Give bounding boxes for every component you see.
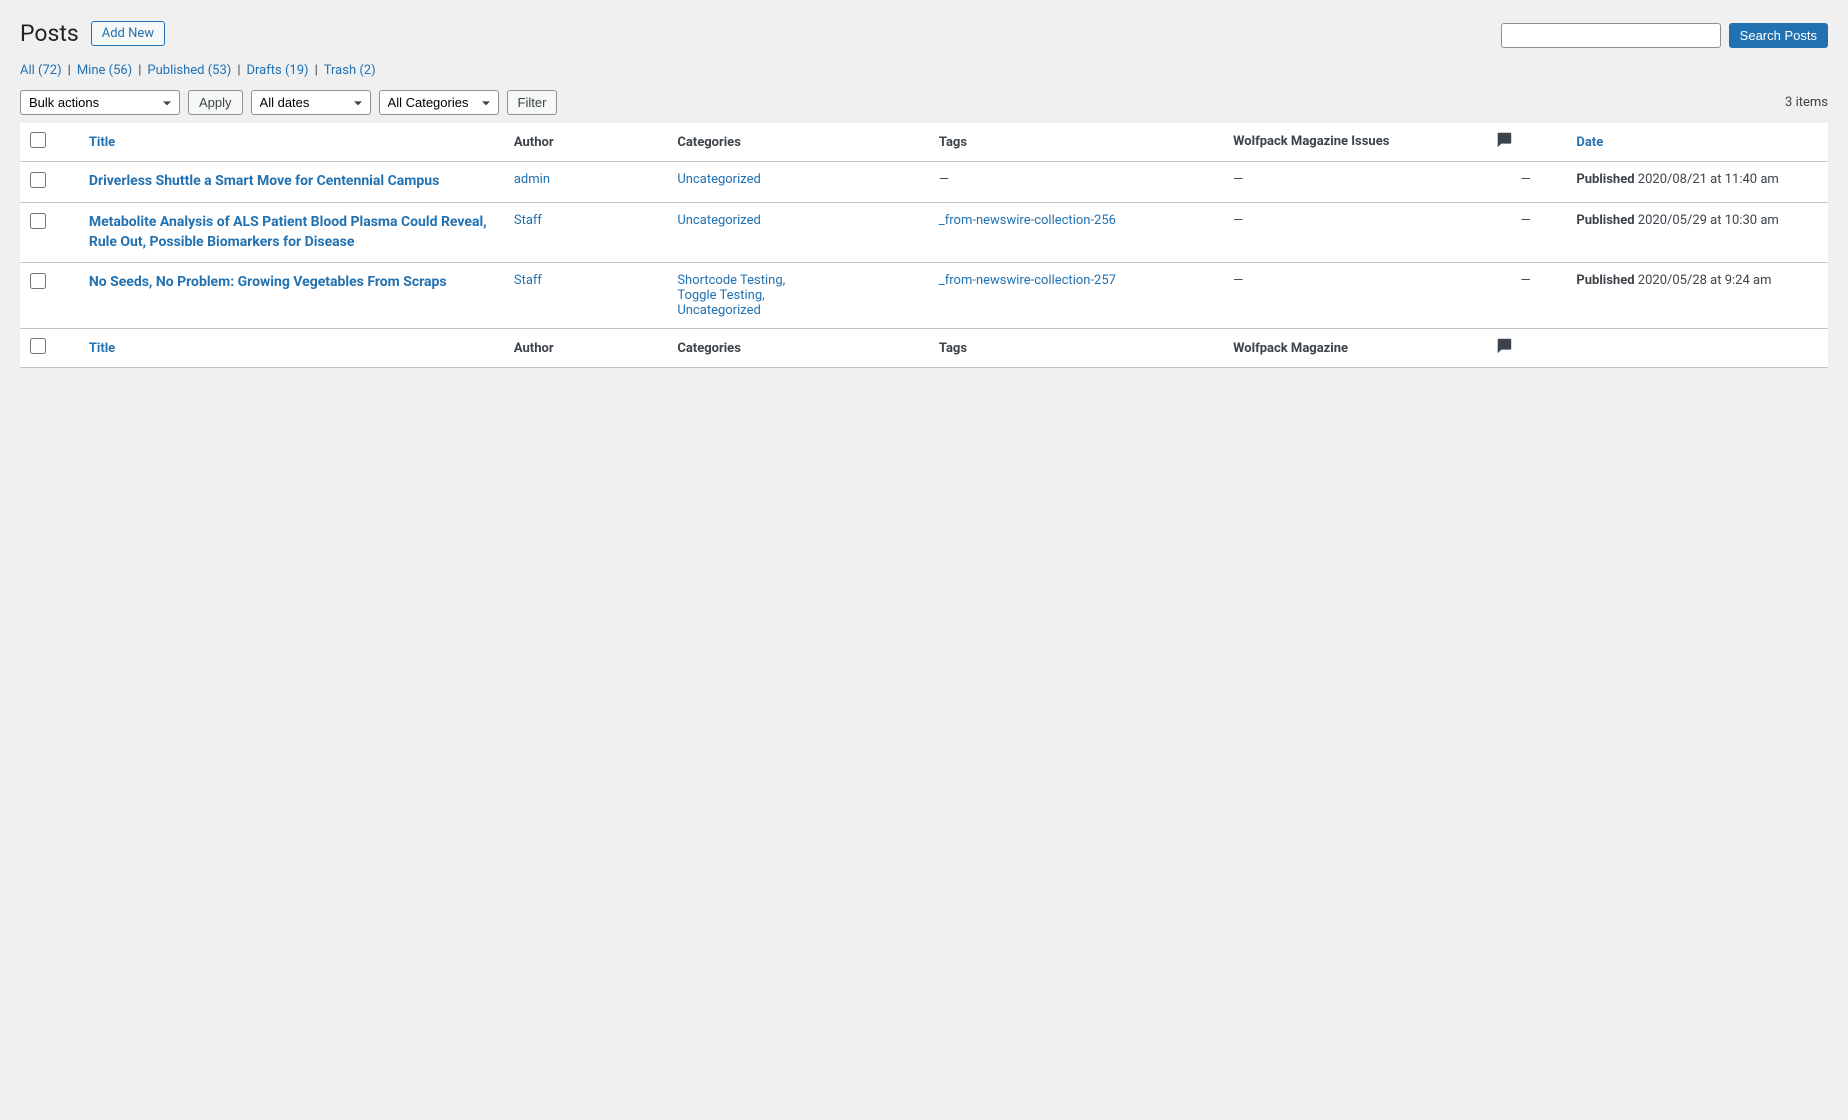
date-status-2: Published [1576, 273, 1634, 288]
title-sort-link[interactable]: Title [89, 135, 115, 150]
comment-icon [1495, 131, 1513, 149]
th-tags: Tags [929, 123, 1223, 162]
row-checkbox-2[interactable] [30, 273, 46, 289]
post-title-link-2[interactable]: No Seeds, No Problem: Growing Vegetables… [89, 274, 447, 290]
search-area: Search Posts [1501, 23, 1828, 48]
wolfpack-cell-2: — [1223, 263, 1485, 329]
dates-select[interactable]: All dates [251, 90, 371, 115]
row-checkbox-0[interactable] [30, 172, 46, 188]
comments-cell-1: — [1485, 203, 1567, 263]
tag-link-2[interactable]: _from-newswire-collection-257 [939, 273, 1116, 288]
post-status-nav: All (72) | Mine (56) | Published (53) | … [20, 63, 1828, 78]
comments-cell-0: — [1485, 162, 1567, 203]
th-checkbox [20, 123, 79, 162]
tag-dash-0: — [939, 172, 949, 187]
tf-checkbox [20, 329, 79, 368]
th-author: Author [504, 123, 667, 162]
nav-published-link[interactable]: Published (53) [147, 63, 231, 78]
posts-table-wrapper: Title Author Categories Tags Wolfpack Ma… [20, 123, 1828, 368]
table-header-row: Title Author Categories Tags Wolfpack Ma… [20, 123, 1828, 162]
date-sort-link[interactable]: Date [1576, 135, 1603, 150]
search-posts-button[interactable]: Search Posts [1729, 23, 1828, 48]
table-row: Metabolite Analysis of ALS Patient Blood… [20, 203, 1828, 263]
date-cell-0: Published 2020/08/21 at 11:40 am [1566, 162, 1828, 203]
select-all-footer-checkbox[interactable] [30, 338, 46, 354]
th-title: Title [79, 123, 504, 162]
comment-icon-footer [1495, 337, 1513, 355]
tf-author: Author [504, 329, 667, 368]
row-checkbox-1[interactable] [30, 213, 46, 229]
th-wolfpack: Wolfpack Magazine Issues [1223, 123, 1485, 162]
nav-all-link[interactable]: All (72) [20, 63, 62, 78]
tf-date [1566, 329, 1828, 368]
author-link-0[interactable]: admin [514, 172, 550, 187]
category-link-2[interactable]: Shortcode Testing, [677, 273, 785, 288]
categories-select[interactable]: All Categories [379, 90, 499, 115]
table-row: No Seeds, No Problem: Growing Vegetables… [20, 263, 1828, 329]
date-cell-2: Published 2020/05/28 at 9:24 am [1566, 263, 1828, 329]
table-row: Driverless Shuttle a Smart Move for Cent… [20, 162, 1828, 203]
nav-drafts-link[interactable]: Drafts (19) [247, 63, 309, 78]
page-title: Posts [20, 20, 79, 47]
wolfpack-cell-0: — [1223, 162, 1485, 203]
table-footer-row: Title Author Categories Tags Wolfpack Ma… [20, 329, 1828, 368]
tf-wolfpack: Wolfpack Magazine [1223, 329, 1485, 368]
date-cell-1: Published 2020/05/29 at 10:30 am [1566, 203, 1828, 263]
select-all-checkbox[interactable] [30, 132, 46, 148]
th-comments [1485, 123, 1567, 162]
nav-trash: Trash (2) [324, 63, 376, 78]
wolfpack-cell-1: — [1223, 203, 1485, 263]
tag-link-1[interactable]: _from-newswire-collection-256 [939, 213, 1116, 228]
title-footer-sort-link[interactable]: Title [89, 341, 115, 356]
tf-tags: Tags [929, 329, 1223, 368]
category-link-2[interactable]: Toggle Testing, [677, 288, 764, 303]
posts-table: Title Author Categories Tags Wolfpack Ma… [20, 123, 1828, 368]
category-link-0[interactable]: Uncategorized [677, 172, 760, 187]
author-link-1[interactable]: Staff [514, 213, 542, 228]
items-count: 3 items [1785, 95, 1828, 110]
bulk-actions-select[interactable]: Bulk actions [20, 90, 180, 115]
nav-drafts: Drafts (19) [247, 63, 309, 78]
nav-published: Published (53) [147, 63, 231, 78]
tf-categories: Categories [667, 329, 929, 368]
filter-button[interactable]: Filter [507, 90, 558, 115]
author-link-2[interactable]: Staff [514, 273, 542, 288]
tf-title: Title [79, 329, 504, 368]
nav-trash-link[interactable]: Trash (2) [324, 63, 376, 78]
th-date: Date [1566, 123, 1828, 162]
comments-cell-2: — [1485, 263, 1567, 329]
actions-bar: Bulk actions Apply All dates All Categor… [20, 90, 1828, 115]
post-title-link-1[interactable]: Metabolite Analysis of ALS Patient Blood… [89, 214, 487, 250]
nav-all: All (72) [20, 63, 62, 78]
date-status-0: Published [1576, 172, 1634, 187]
search-input[interactable] [1501, 23, 1721, 48]
apply-button[interactable]: Apply [188, 90, 243, 115]
nav-mine-link[interactable]: Mine (56) [77, 63, 132, 78]
post-title-link-0[interactable]: Driverless Shuttle a Smart Move for Cent… [89, 173, 439, 189]
date-status-1: Published [1576, 213, 1634, 228]
category-link-1[interactable]: Uncategorized [677, 213, 760, 228]
add-new-button[interactable]: Add New [91, 21, 165, 46]
nav-mine: Mine (56) [77, 63, 132, 78]
th-categories: Categories [667, 123, 929, 162]
category-link-2[interactable]: Uncategorized [677, 303, 760, 318]
tf-comments [1485, 329, 1567, 368]
